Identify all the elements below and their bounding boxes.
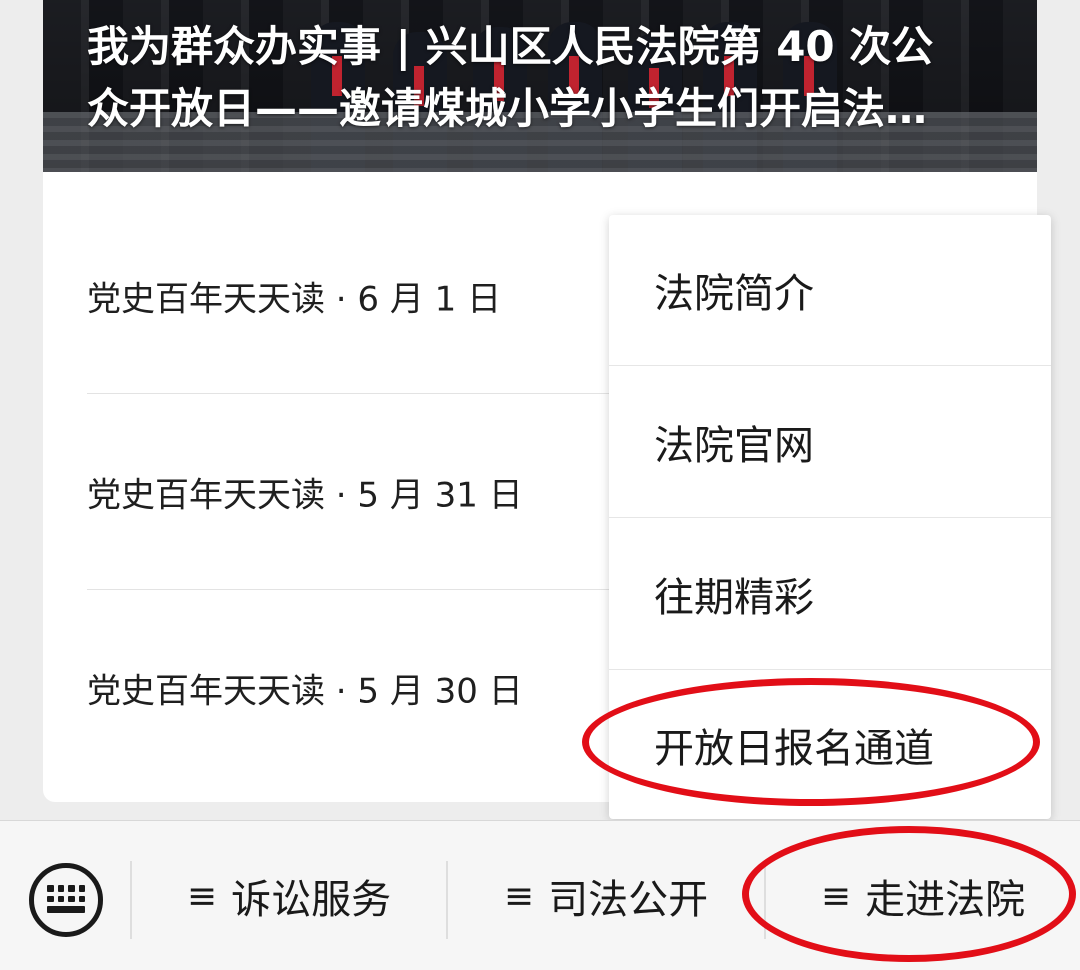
menu-item-past-highlights[interactable]: 往期精彩	[609, 519, 1051, 670]
tab-label: 司法公开	[548, 877, 709, 923]
tab-litigation-services[interactable]: ≡ 诉讼服务	[132, 821, 446, 970]
hero-title[interactable]: 我为群众办实事 | 兴山区人民法院第 40 次公 众开放日——邀请煤城小学小学生…	[87, 16, 1007, 140]
menu-item-label: 往期精彩	[654, 575, 814, 621]
annotation-circle	[582, 678, 1040, 806]
menu-item-court-intro[interactable]: 法院简介	[609, 215, 1051, 366]
tab-label: 诉讼服务	[231, 877, 392, 923]
hero-article[interactable]: 我为群众办实事 | 兴山区人民法院第 40 次公 众开放日——邀请煤城小学小学生…	[43, 0, 1037, 172]
menu-item-label: 法院官网	[654, 423, 814, 469]
menu-icon: ≡	[503, 875, 535, 917]
menu-item-label: 法院简介	[654, 271, 814, 317]
hero-title-line2: 众开放日——邀请煤城小学小学生们开启法…	[87, 84, 928, 133]
list-item-title: 党史百年天天读 · 5 月 31 日	[87, 475, 523, 516]
list-item-title: 党史百年天天读 · 5 月 30 日	[87, 671, 523, 712]
tab-judicial-openness[interactable]: ≡ 司法公开	[448, 821, 764, 970]
annotation-circle	[742, 826, 1076, 962]
keyboard-icon[interactable]	[29, 863, 103, 937]
hero-title-line1: 我为群众办实事 | 兴山区人民法院第 40 次公	[87, 22, 934, 71]
menu-item-court-website[interactable]: 法院官网	[609, 367, 1051, 518]
menu-icon: ≡	[186, 875, 218, 917]
list-item-title: 党史百年天天读 · 6 月 1 日	[87, 279, 502, 320]
